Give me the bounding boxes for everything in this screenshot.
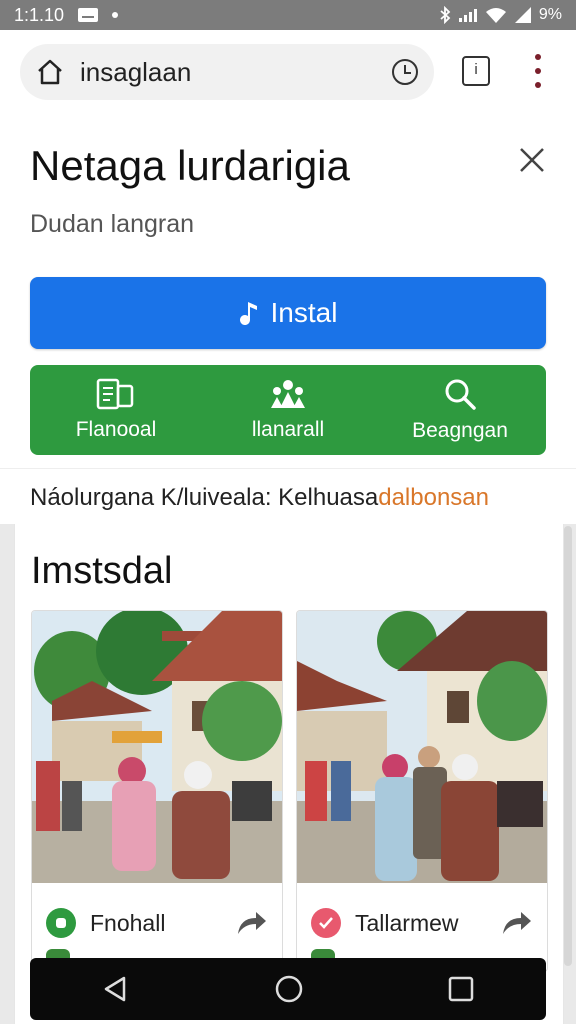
home-circle-icon[interactable]: [274, 974, 304, 1004]
photo-image: [297, 611, 547, 883]
url-text[interactable]: insaglaan: [80, 57, 392, 88]
notification-dot-icon: [112, 12, 119, 18]
people-icon: [271, 380, 305, 408]
gallery-section: Imstsdal Fnohall Tallarmew: [14, 524, 564, 1024]
status-bar: 1:1.10 9%: [0, 0, 576, 30]
music-note-icon: [239, 302, 257, 325]
close-icon[interactable]: [516, 144, 548, 176]
action-item-3[interactable]: Beagngan: [374, 365, 546, 455]
recents-icon[interactable]: [448, 976, 474, 1002]
section-title: Imstsdal: [31, 550, 173, 592]
bluetooth-icon: [440, 6, 451, 24]
action-row: Flanooal llanarall Beagngan: [30, 365, 546, 455]
install-button[interactable]: Instal: [30, 277, 546, 349]
gallery-card[interactable]: Tallarmew: [296, 610, 548, 972]
address-bar[interactable]: insaglaan: [20, 44, 434, 100]
info-line: Náolurgana K/luiveala: Kelhuasadalbonsan: [30, 484, 489, 512]
card-label: Tallarmew: [355, 909, 459, 936]
install-panel: Netaga lurdarigia Dudan langran Instal F…: [0, 112, 576, 524]
action-label: Beagngan: [412, 419, 508, 442]
photo-image: [32, 611, 282, 883]
action-item-2[interactable]: llanarall: [202, 365, 374, 455]
home-icon[interactable]: [36, 58, 64, 86]
app-badge-icon: [311, 908, 341, 938]
search-icon: [445, 379, 476, 410]
wifi-icon: [485, 8, 506, 23]
signal-icon: [514, 7, 531, 23]
info-text: Náolurgana K/luiveala: Kelhuasa: [30, 484, 379, 511]
action-item-1[interactable]: Flanooal: [30, 365, 202, 455]
action-label: Flanooal: [75, 418, 157, 441]
card-footer: Tallarmew: [297, 893, 547, 953]
divider: [0, 468, 576, 469]
action-label: llanarall: [251, 418, 325, 441]
tab-icon[interactable]: i: [462, 56, 490, 86]
share-icon[interactable]: [234, 908, 268, 938]
menu-icon[interactable]: [534, 54, 542, 88]
app-title: Netaga lurdarigia: [30, 142, 350, 189]
scrollbar[interactable]: [564, 526, 572, 966]
info-highlight[interactable]: dalbonsan: [378, 484, 489, 511]
status-time: 1:1.10: [14, 4, 65, 25]
document-icon: [96, 378, 134, 410]
card-label: Fnohall: [90, 909, 166, 936]
back-icon[interactable]: [102, 975, 130, 1003]
message-icon: [78, 8, 99, 22]
gallery-card[interactable]: Fnohall: [31, 610, 283, 972]
signal-bars-icon: [458, 8, 477, 22]
browser-toolbar: insaglaan i: [0, 30, 576, 113]
clock-icon[interactable]: [392, 59, 418, 85]
battery-text: 9%: [538, 6, 562, 23]
app-subtitle: Dudan langran: [30, 210, 195, 238]
share-icon[interactable]: [499, 908, 533, 938]
card-footer: Fnohall: [32, 893, 282, 953]
app-badge-icon: [46, 908, 76, 938]
navigation-bar: [30, 958, 546, 1020]
install-label: Instal: [270, 297, 338, 328]
